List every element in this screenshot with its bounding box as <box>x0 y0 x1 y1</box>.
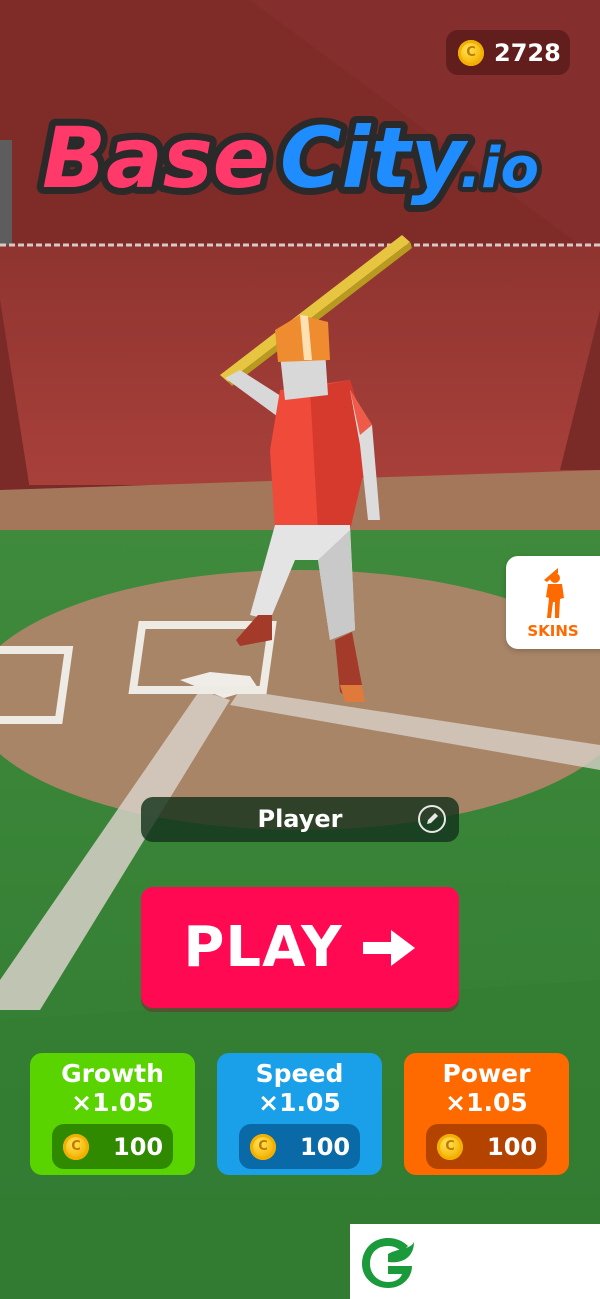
upgrade-power-card[interactable]: Power ×1.05 C 100 <box>404 1053 569 1175</box>
batter-silhouette-icon <box>544 568 564 618</box>
upgrade-growth-cost: 100 <box>113 1132 164 1161</box>
player-name: Player <box>257 805 343 833</box>
upgrade-growth-multiplier: ×1.05 <box>71 1088 154 1117</box>
logo-text-city-fill: City <box>280 109 469 207</box>
upgrade-power-multiplier: ×1.05 <box>445 1088 528 1117</box>
coin-icon: C <box>458 39 484 66</box>
logo-text-io-fill: .io <box>460 136 539 201</box>
arrow-right-icon <box>362 929 415 966</box>
play-button[interactable]: PLAY <box>141 887 459 1008</box>
upgrade-power-name: Power <box>442 1059 531 1088</box>
upgrade-growth-price: C 100 <box>52 1124 173 1169</box>
player-name-bar[interactable]: Player <box>141 797 459 842</box>
pencil-icon <box>427 813 438 824</box>
edit-name-button[interactable] <box>418 805 446 833</box>
coin-icon: C <box>437 1133 463 1160</box>
batter-character <box>220 235 412 702</box>
upgrade-speed-card[interactable]: Speed ×1.05 C 100 <box>217 1053 382 1175</box>
play-label: PLAY <box>183 915 343 980</box>
coin-balance: 2728 <box>494 38 561 67</box>
upgrade-growth-card[interactable]: Growth ×1.05 C 100 <box>30 1053 195 1175</box>
game-logo: Base Base City City .io .io <box>35 102 544 214</box>
skins-button[interactable]: SKINS <box>506 556 600 649</box>
skins-label: SKINS <box>527 622 579 640</box>
upgrade-power-cost: 100 <box>487 1132 538 1161</box>
coin-icon: C <box>250 1133 276 1160</box>
logo-text-base-fill: Base <box>42 109 270 207</box>
upgrade-power-price: C 100 <box>426 1124 547 1169</box>
coin-counter: C 2728 <box>446 30 570 75</box>
upgrade-speed-price: C 100 <box>239 1124 360 1169</box>
upgrade-speed-name: Speed <box>255 1059 344 1088</box>
upgrade-speed-cost: 100 <box>300 1132 351 1161</box>
coin-icon: C <box>63 1133 89 1160</box>
brand-watermark <box>350 1224 600 1299</box>
leaf-g-logo-icon <box>362 1238 414 1288</box>
upgrade-growth-name: Growth <box>61 1059 164 1088</box>
upgrade-speed-multiplier: ×1.05 <box>258 1088 341 1117</box>
